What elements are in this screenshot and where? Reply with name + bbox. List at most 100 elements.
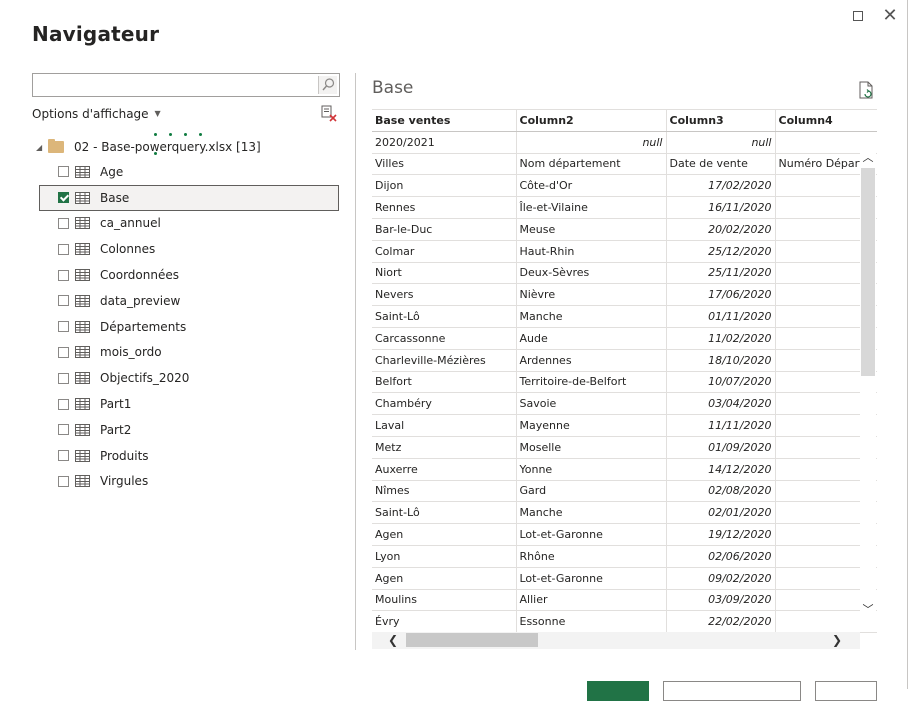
table-row: Nîmes Gard 02/08/2020	[372, 480, 877, 503]
table-cell: Nièvre	[516, 283, 667, 307]
table-cell: 11/02/2020	[666, 327, 776, 350]
table-cell: 03/09/2020	[666, 589, 776, 612]
table-cell: 01/09/2020	[666, 436, 776, 459]
scroll-up-icon[interactable]: ︿	[862, 152, 874, 164]
tree-item-checkbox[interactable]	[58, 346, 69, 358]
tree-item-checkbox[interactable]	[58, 424, 69, 436]
tree-item-checkbox[interactable]	[58, 450, 69, 462]
tree-item-label: data_preview	[100, 293, 181, 308]
tree-item-checkbox[interactable]	[58, 398, 69, 410]
column-header[interactable]: Column3	[666, 109, 776, 132]
tree-item-checkbox[interactable]	[58, 166, 69, 178]
dialog-title: Navigateur	[32, 22, 160, 46]
transform-data-button[interactable]	[663, 681, 801, 701]
column-header[interactable]: Base ventes	[372, 109, 517, 132]
table-cell: Côte-d'Or	[516, 174, 667, 198]
vertical-scroll-thumb[interactable]	[861, 168, 875, 376]
maximize-button[interactable]	[848, 6, 868, 26]
table-cell: Moulins	[372, 589, 517, 612]
table-row: Colmar Haut-Rhin 25/12/2020	[372, 240, 877, 263]
table-icon	[75, 320, 90, 333]
table-cell: 01/11/2020	[666, 305, 776, 328]
table-cell: Agen	[372, 567, 517, 590]
refresh-icon[interactable]	[319, 104, 339, 124]
tree-item[interactable]: Base	[39, 184, 339, 211]
scroll-right-icon[interactable]: ❯	[830, 633, 844, 647]
table-cell: Rhône	[516, 545, 667, 568]
tree-item-checkbox[interactable]	[58, 243, 69, 255]
cancel-button[interactable]	[815, 681, 877, 701]
table-icon	[75, 449, 90, 462]
tree-item[interactable]: Produits	[39, 443, 339, 469]
scroll-down-icon[interactable]: ﹀	[862, 604, 874, 616]
column-header[interactable]: Column2	[516, 109, 667, 132]
preview-grid: Base ventes Column2 Column3 Column4 2020/20…	[372, 109, 877, 649]
tree-item-checkbox[interactable]	[58, 321, 69, 333]
pane-divider[interactable]	[355, 73, 356, 650]
tree-item-label: ca_annuel	[100, 216, 161, 231]
table-cell: Lyon	[372, 545, 517, 568]
tree-root-file[interactable]: ◢ 02 - Base-powerquery.xlsx [13]	[36, 138, 261, 156]
table-cell: 17/02/2020	[666, 174, 776, 198]
export-icon[interactable]	[858, 81, 874, 99]
table-cell: null	[666, 131, 776, 154]
table-row: Agen Lot-et-Garonne 09/02/2020	[372, 567, 877, 590]
collapse-icon[interactable]: ◢	[36, 143, 48, 152]
tree-item[interactable]: mois_ordo	[39, 340, 339, 366]
tree-item-checkbox[interactable]	[58, 192, 69, 204]
tree-item-checkbox[interactable]	[58, 217, 69, 229]
display-options-dropdown[interactable]: Options d'affichage ▼	[32, 107, 161, 121]
tree-item-label: Part2	[100, 422, 132, 437]
table-row: Metz Moselle 01/09/2020	[372, 436, 877, 459]
search-box[interactable]	[32, 73, 340, 97]
table-row: Dijon Côte-d'Or 17/02/2020	[372, 174, 877, 198]
tree-item[interactable]: Colonnes	[39, 236, 339, 262]
tree-item-checkbox[interactable]	[58, 372, 69, 384]
table-row: Lyon Rhône 02/06/2020	[372, 545, 877, 568]
table-cell: 02/08/2020	[666, 480, 776, 503]
preview-title: Base	[372, 78, 414, 98]
horizontal-scroll-thumb[interactable]	[406, 633, 538, 647]
horizontal-scrollbar[interactable]: ❮ ❯	[372, 632, 860, 649]
tree-item[interactable]: Age	[39, 159, 339, 185]
table-cell: Date de vente	[666, 153, 776, 176]
table-cell: 18/10/2020	[666, 349, 776, 372]
tree-item[interactable]: Départements	[39, 314, 339, 340]
table-cell: Évry	[372, 610, 517, 634]
tree-item[interactable]: Objectifs_2020	[39, 365, 339, 391]
search-input[interactable]	[33, 74, 313, 96]
tree-item-checkbox[interactable]	[58, 475, 69, 487]
table-cell: Aude	[516, 327, 667, 350]
tree-item[interactable]: Part1	[39, 391, 339, 417]
tree-item[interactable]: Part2	[39, 417, 339, 443]
table-cell: Saint-Lô	[372, 501, 517, 525]
table-icon	[75, 269, 90, 282]
load-button[interactable]	[587, 681, 649, 701]
table-cell: 25/12/2020	[666, 240, 776, 263]
vertical-scrollbar[interactable]: ︿ ﹀	[860, 152, 876, 620]
search-icon[interactable]	[318, 76, 337, 94]
table-cell: null	[516, 131, 667, 154]
tree-item[interactable]: Virgules	[39, 469, 339, 495]
table-cell: Lot-et-Garonne	[516, 523, 667, 546]
table-row: Niort Deux-Sèvres 25/11/2020	[372, 262, 877, 285]
table-row: Évry Essonne 22/02/2020	[372, 610, 877, 634]
close-button[interactable]: ✕	[880, 6, 900, 26]
table-cell: Mayenne	[516, 414, 667, 437]
table-cell: Agen	[372, 523, 517, 546]
tree-item-label: Part1	[100, 397, 132, 412]
maximize-icon	[853, 11, 863, 21]
table-cell: 14/12/2020	[666, 458, 776, 481]
table-cell: Nîmes	[372, 480, 517, 503]
tree-item-label: Virgules	[100, 474, 149, 489]
table-row: Laval Mayenne 11/11/2020	[372, 414, 877, 437]
tree-item-checkbox[interactable]	[58, 269, 69, 281]
tree-item-checkbox[interactable]	[58, 295, 69, 307]
column-header[interactable]: Column4	[775, 109, 877, 132]
table-cell: Île-et-Vilaine	[516, 196, 667, 219]
scroll-left-icon[interactable]: ❮	[386, 633, 400, 647]
tree-item[interactable]: data_preview	[39, 288, 339, 314]
tree-item[interactable]: Coordonnées	[39, 262, 339, 288]
tree-item[interactable]: ca_annuel	[39, 211, 339, 237]
table-cell: Territoire-de-Belfort	[516, 371, 667, 394]
